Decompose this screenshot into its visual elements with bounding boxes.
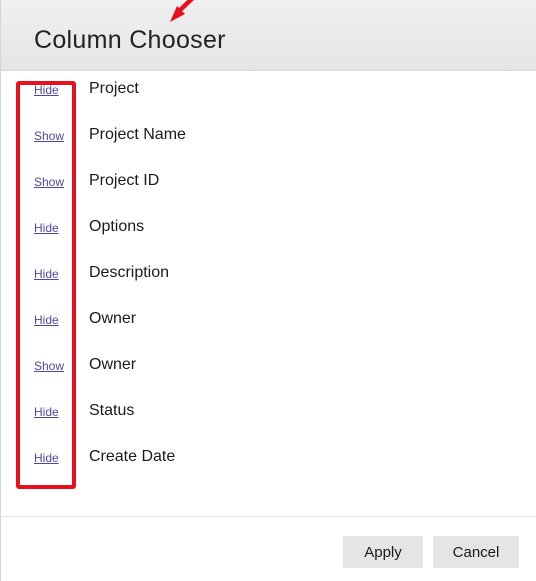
dialog-title: Column Chooser [34,26,226,54]
list-item: Show Project Name [1,125,536,149]
list-item: Hide Status [1,401,536,425]
toggle-column-link[interactable]: Hide [34,313,59,327]
column-label: Status [89,402,135,419]
column-label: Owner [89,310,137,327]
list-item: Hide Owner [1,309,536,333]
column-label: Project ID [89,172,160,189]
apply-button[interactable]: Apply [343,536,423,568]
dialog-header: Column Chooser [1,0,536,71]
list-item: Show Owner [1,355,536,379]
column-label: Owner [89,356,137,373]
toggle-column-link[interactable]: Hide [34,267,59,281]
footer-divider [1,516,536,517]
column-label: Description [89,264,170,281]
toggle-column-link[interactable]: Hide [34,221,59,235]
toggle-column-link[interactable]: Show [34,359,64,373]
cancel-button[interactable]: Cancel [433,536,519,568]
column-label: Options [89,218,145,235]
list-item: Hide Create Date [1,447,536,471]
list-item: Hide Project [1,79,536,103]
toggle-column-link[interactable]: Show [34,129,64,143]
list-item: Show Project ID [1,171,536,195]
toggle-column-link[interactable]: Hide [34,405,59,419]
column-label: Project [89,80,139,97]
toggle-column-link[interactable]: Show [34,175,64,189]
toggle-column-link[interactable]: Hide [34,83,59,97]
list-item: Hide Description [1,263,536,287]
annotation-arrow-icon [170,0,194,22]
column-label: Project Name [89,126,186,143]
list-item: Hide Options [1,217,536,241]
toggle-column-link[interactable]: Hide [34,451,59,465]
column-label: Create Date [89,448,176,465]
column-chooser-dialog: Column Chooser Hide Project Show Project… [0,0,536,581]
